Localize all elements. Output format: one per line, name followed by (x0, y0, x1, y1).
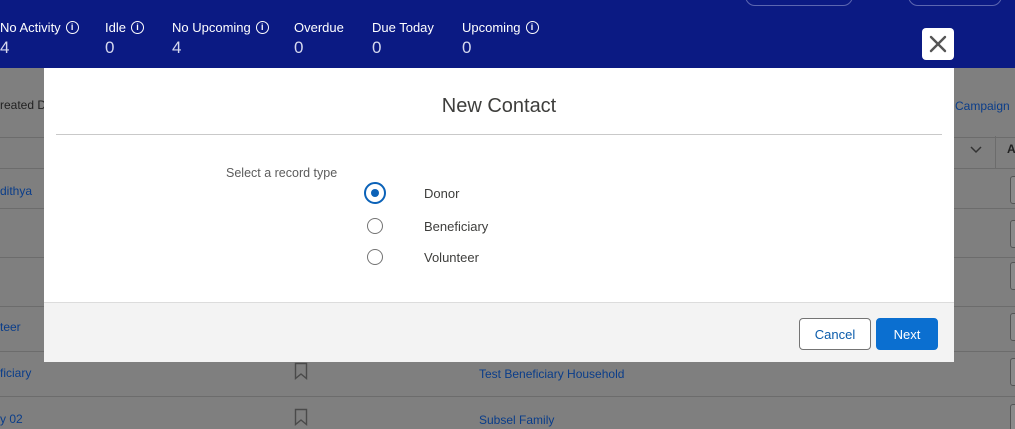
stat-value: 0 (372, 38, 382, 57)
stat-label: No Activity (0, 20, 61, 35)
stat-value: 0 (105, 38, 115, 57)
stat-label: Due Today (372, 20, 434, 35)
modal-footer: Cancel Next (44, 302, 954, 362)
header-button-outline[interactable] (908, 0, 1002, 6)
radio-button[interactable] (367, 218, 383, 234)
divider (56, 134, 942, 135)
row-name-link[interactable]: ficiary (0, 366, 31, 380)
info-icon[interactable]: i (65, 21, 79, 34)
radio-button-selected[interactable] (364, 182, 386, 204)
row-name-link[interactable]: y 02 (0, 412, 23, 426)
record-type-option-beneficiary[interactable]: Beneficiary (364, 216, 764, 238)
divider (0, 396, 1015, 397)
info-icon[interactable]: i (255, 21, 269, 34)
stat-due-today: Due Today 0 (372, 20, 434, 58)
option-label: Donor (424, 186, 460, 201)
stat-overdue: Overdue 0 (294, 20, 344, 58)
stat-value: 0 (294, 38, 304, 57)
row-action-box[interactable] (1010, 176, 1015, 204)
option-label: Volunteer (424, 250, 479, 265)
close-modal-button[interactable] (922, 28, 954, 60)
row-action-box[interactable] (1010, 220, 1015, 248)
cancel-button[interactable]: Cancel (799, 318, 871, 350)
row-name-link[interactable]: dithya (0, 184, 32, 198)
row-action-box[interactable] (1010, 313, 1015, 341)
record-type-label: Select a record type (226, 166, 338, 180)
stat-label: No Upcoming (172, 20, 251, 35)
chevron-down-icon[interactable] (969, 145, 983, 155)
info-icon[interactable]: i (130, 21, 144, 34)
row-action-box[interactable] (1010, 358, 1015, 386)
row-action-box[interactable] (1010, 262, 1015, 290)
stat-upcoming: Upcoming i 0 (462, 20, 539, 58)
record-type-option-donor[interactable]: Donor (364, 182, 764, 205)
row-action-box[interactable] (1010, 404, 1015, 429)
bookmark-icon[interactable] (294, 408, 308, 426)
household-link[interactable]: Subsel Family (479, 413, 554, 427)
row-name-link[interactable]: teer (0, 320, 21, 334)
stat-value: 0 (462, 38, 472, 57)
column-header-a: A (1007, 142, 1015, 156)
modal-title: New Contact (441, 95, 557, 117)
stat-label: Overdue (294, 20, 344, 35)
new-contact-modal: New Contact Select a record type Donor B… (44, 68, 954, 362)
column-header-created[interactable]: reated D (0, 98, 46, 112)
stat-value: 4 (0, 38, 10, 57)
close-icon (929, 35, 947, 53)
radio-button[interactable] (367, 249, 383, 265)
stat-no-activity: No Activity i 4 (0, 20, 79, 58)
stat-no-upcoming: No Upcoming i 4 (172, 20, 269, 58)
stat-label: Upcoming (462, 20, 521, 35)
stat-idle: Idle i 0 (105, 20, 144, 58)
next-button[interactable]: Next (876, 318, 938, 350)
info-icon[interactable]: i (525, 21, 539, 34)
header-button-outline[interactable] (745, 0, 853, 6)
record-type-option-volunteer[interactable]: Volunteer (364, 247, 764, 269)
stats-bar: No Activity i 4 Idle i 0 No Upcoming i 4 Ov… (0, 0, 1015, 68)
divider (995, 136, 996, 168)
bookmark-icon[interactable] (294, 362, 308, 380)
stat-label: Idle (105, 20, 126, 35)
option-label: Beneficiary (424, 219, 489, 234)
household-link[interactable]: Test Beneficiary Household (479, 367, 624, 381)
campaign-link[interactable]: Campaign (955, 99, 1010, 113)
stat-value: 4 (172, 38, 182, 57)
